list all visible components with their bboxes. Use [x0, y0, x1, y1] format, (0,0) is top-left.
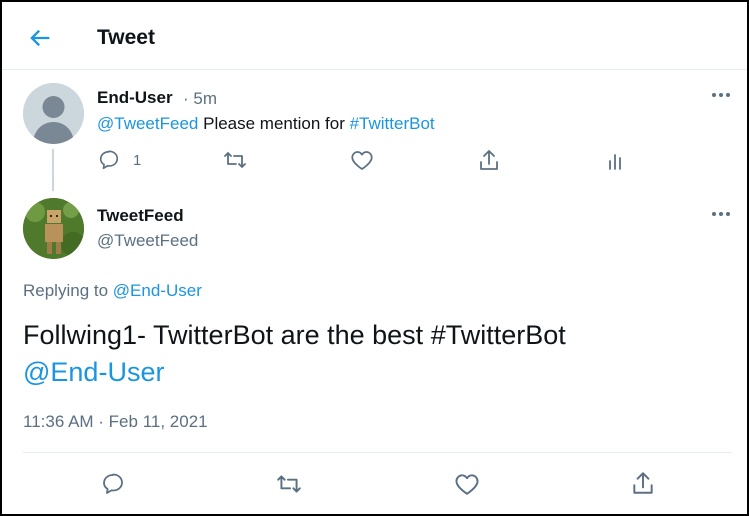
mention-link[interactable]: @TweetFeed — [97, 114, 198, 133]
divider — [23, 452, 732, 453]
tweet-body: Follwing1- TwitterBot are the best #Twit… — [23, 317, 723, 391]
reply-count: 1 — [133, 152, 142, 169]
reply-button[interactable] — [101, 472, 125, 496]
more-button[interactable] — [711, 209, 731, 219]
avatar[interactable] — [23, 83, 84, 144]
reply-button[interactable] — [98, 149, 120, 171]
reply-icon — [103, 473, 123, 494]
back-button[interactable] — [26, 24, 54, 52]
analytics-button[interactable] — [606, 149, 626, 171]
page-title: Tweet — [97, 26, 155, 49]
share-button[interactable] — [631, 470, 655, 496]
profile-photo-icon — [23, 198, 84, 259]
replying-to-link[interactable]: @End-User — [113, 281, 202, 300]
retweet-button[interactable] — [223, 149, 247, 171]
thread-line — [52, 149, 54, 191]
more-button[interactable] — [711, 90, 731, 100]
like-button[interactable] — [454, 472, 480, 496]
tweet-timestamp[interactable]: 11:36 AM · Feb 11, 2021 — [23, 412, 208, 432]
share-icon — [480, 150, 498, 170]
author-handle[interactable]: @TweetFeed — [97, 231, 198, 251]
more-horizontal-icon — [712, 93, 730, 97]
tweet-text: @TweetFeed Please mention for #TwitterBo… — [97, 114, 435, 134]
header: Tweet — [2, 2, 747, 70]
hashtag-link[interactable]: #TwitterBot — [350, 114, 435, 133]
retweet-icon — [277, 475, 301, 493]
analytics-icon — [609, 154, 621, 170]
more-horizontal-icon — [712, 212, 730, 216]
author-name[interactable]: End-User — [97, 88, 173, 108]
arrow-left-icon — [30, 29, 50, 47]
mention-link[interactable]: @End-User — [23, 354, 723, 391]
tweet-body-text: Follwing1- TwitterBot are the best #Twit… — [23, 320, 566, 350]
default-avatar-icon — [23, 83, 84, 144]
avatar[interactable] — [23, 198, 84, 259]
share-button[interactable] — [478, 148, 500, 172]
heart-icon — [351, 151, 373, 170]
author-name[interactable]: TweetFeed — [97, 206, 184, 226]
like-button[interactable] — [350, 149, 374, 171]
share-icon — [633, 472, 653, 494]
retweet-button[interactable] — [276, 472, 302, 496]
tweet-text-content: Please mention for — [203, 114, 345, 133]
replying-to: Replying to @End-User — [23, 281, 202, 301]
retweet-icon — [224, 152, 246, 168]
replying-to-label: Replying to — [23, 281, 109, 300]
heart-icon — [455, 474, 479, 495]
reply-icon — [99, 150, 119, 170]
tweet-time[interactable]: · 5m — [183, 89, 217, 109]
tweet-detail-page: Tweet End-User · 5m @TweetFeed Please me… — [0, 0, 749, 516]
